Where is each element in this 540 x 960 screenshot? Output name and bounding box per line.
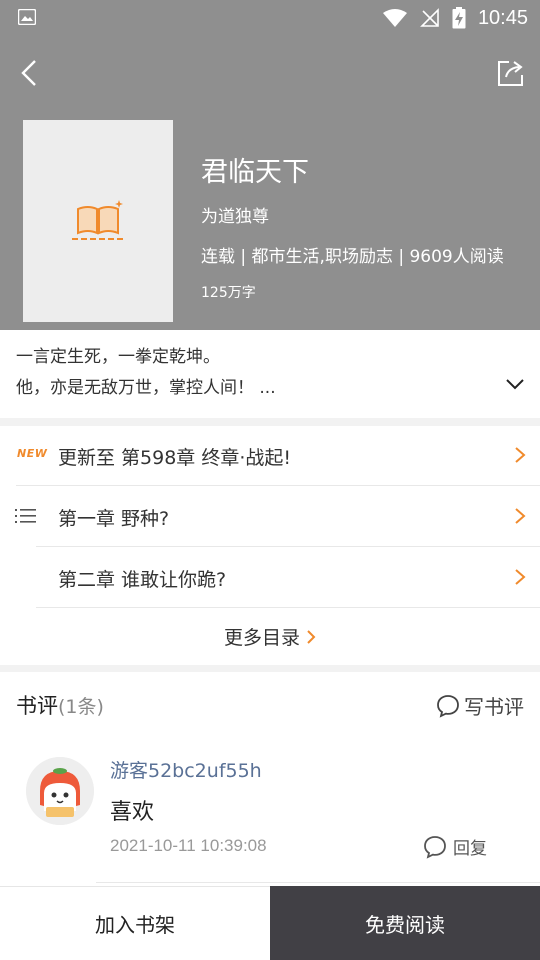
free-read-button[interactable]: 免费阅读 [270, 886, 540, 960]
more-catalog-button[interactable]: 更多目录 [0, 608, 540, 665]
new-badge: NEW [17, 447, 48, 460]
catalog-list-icon [15, 509, 36, 523]
review-title: 书评 [16, 694, 58, 718]
book-word-count: 125万字 [201, 285, 256, 301]
book-placeholder-icon [72, 200, 124, 240]
share-icon [498, 61, 523, 86]
reply-button[interactable]: 回复 [423, 834, 487, 859]
intro-line: 他，亦是无敌万世，掌控人间！ ... [16, 378, 276, 398]
no-signal-icon [420, 8, 439, 27]
chevron-right-icon [515, 569, 526, 585]
book-intro[interactable]: 一言定生死，一拳定乾坤。 他，亦是无敌万世，掌控人间！ ... [0, 330, 540, 418]
book-author[interactable]: 为道独尊 [201, 202, 269, 227]
review-count: (1条) [58, 696, 104, 718]
book-title: 君临天下 [201, 157, 309, 188]
comment-icon [424, 835, 446, 859]
intro-line: 一言定生死，一拳定乾坤。 [16, 347, 220, 367]
write-review-label: 写书评 [464, 695, 524, 719]
review-time: 2021-10-11 10:39:08 [110, 836, 267, 855]
review-section: 书评(1条) 写书评 游客52bc2uf55h 喜欢 2021-10-11 10… [0, 672, 540, 887]
add-to-shelf-button[interactable]: 加入书架 [0, 886, 270, 960]
wifi-icon [382, 9, 407, 27]
write-review-button[interactable]: 写书评 [436, 691, 524, 720]
book-cover[interactable] [23, 120, 173, 322]
status-time: 10:45 [477, 6, 528, 29]
back-button[interactable] [12, 56, 46, 90]
battery-charging-icon [452, 7, 466, 29]
review-heading: 书评(1条) [16, 690, 104, 720]
chapter-row[interactable]: 第一章 野种? [0, 486, 540, 547]
chapter-label: 第二章 谁敢让你跪? [58, 569, 227, 591]
chevron-down-icon[interactable] [504, 376, 526, 392]
review-username[interactable]: 游客52bc2uf55h [110, 756, 262, 783]
row-divider [96, 882, 540, 883]
share-button[interactable] [494, 56, 528, 90]
avatar[interactable] [26, 757, 94, 825]
latest-chapter-row[interactable]: NEW 更新至 第598章 终章·战起! [0, 425, 540, 486]
status-bar: 10:45 [0, 0, 540, 36]
chevron-left-icon [21, 60, 36, 86]
tomato-mascot-avatar [26, 757, 94, 825]
bottom-action-bar: 加入书架 免费阅读 [0, 886, 540, 960]
reply-label: 回复 [453, 839, 487, 859]
book-header: 10:45 君临天下 为道独尊 连载 | 都市生活,职场励志 | 9609人阅读… [0, 0, 540, 330]
chevron-right-icon [307, 629, 316, 644]
more-catalog-label: 更多目录 [223, 627, 300, 649]
review-content: 喜欢 [110, 800, 155, 825]
latest-chapter-label: 更新至 第598章 终章·战起! [58, 447, 292, 469]
chevron-right-icon [515, 447, 526, 463]
chapter-row[interactable]: 第二章 谁敢让你跪? [0, 547, 540, 608]
chevron-right-icon [515, 508, 526, 524]
comment-icon [437, 694, 459, 718]
image-notification-icon [18, 9, 36, 25]
chapter-label: 第一章 野种? [58, 508, 170, 530]
book-meta: 连载 | 都市生活,职场励志 | 9609人阅读 [201, 247, 504, 267]
